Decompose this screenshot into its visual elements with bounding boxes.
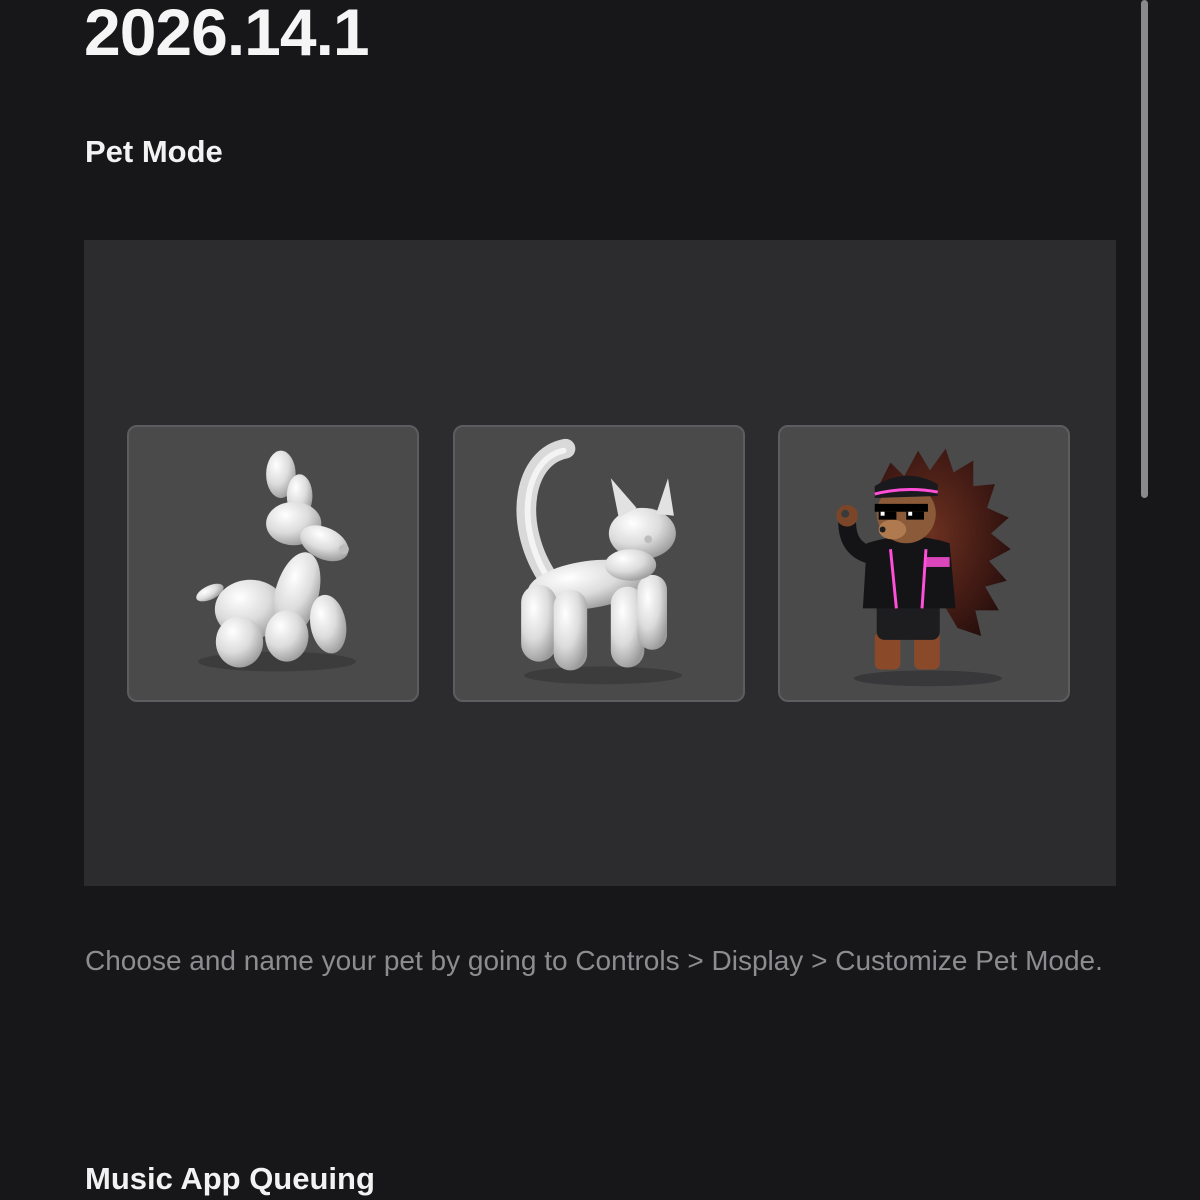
music-app-queuing-heading: Music App Queuing	[85, 1161, 375, 1196]
pet-mode-description: Choose and name your pet by going to Con…	[85, 945, 1103, 976]
hedgehog-character-icon	[836, 448, 1011, 687]
version-title: 2026.14.1	[84, 0, 370, 69]
pet-card-balloon-cat	[453, 425, 745, 702]
pet-card-balloon-dog	[127, 425, 419, 702]
pet-mode-preview	[84, 240, 1116, 886]
pet-mode-heading: Pet Mode	[85, 134, 223, 169]
pet-card-hedgehog	[778, 425, 1070, 702]
balloon-cat-icon	[516, 438, 682, 685]
release-notes-screen: 2026.14.1 Pet Mode Choose and name your …	[0, 0, 1200, 1200]
scrollbar-thumb[interactable]	[1141, 0, 1148, 498]
balloon-dog-icon	[196, 450, 356, 672]
